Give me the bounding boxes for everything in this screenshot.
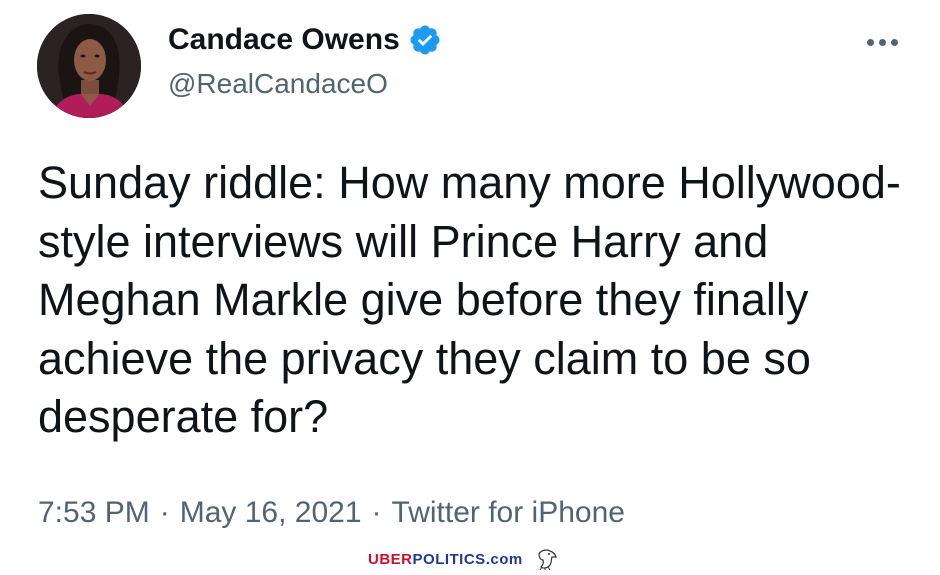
tweet-metadata: 7:53 PM · May 16, 2021 · Twitter for iPhone xyxy=(38,494,625,532)
watermark: UBERPOLITICS.com xyxy=(368,548,559,570)
watermark-politics: POLITICS xyxy=(412,550,486,568)
more-horizontal-icon-dot xyxy=(878,38,886,46)
separator: · xyxy=(371,496,382,529)
tweet-date[interactable]: May 16, 2021 xyxy=(180,496,362,529)
verified-badge-icon xyxy=(410,25,440,55)
profile-photo xyxy=(37,14,141,118)
watermark-com: .com xyxy=(485,550,523,568)
more-horizontal-icon xyxy=(866,38,874,46)
avatar[interactable] xyxy=(37,14,141,118)
eagle-icon xyxy=(538,549,557,570)
separator: · xyxy=(159,496,170,529)
author-name-row: Candace Owens xyxy=(168,22,442,58)
author-display-name[interactable]: Candace Owens xyxy=(168,22,400,58)
tweet-time[interactable]: 7:53 PM xyxy=(38,496,150,529)
watermark-text: UBERPOLITICS.com xyxy=(368,551,523,568)
watermark-uber: UBER xyxy=(368,550,413,568)
tweet-source[interactable]: Twitter for iPhone xyxy=(392,496,625,529)
more-options-button[interactable] xyxy=(858,28,906,56)
tweet-text: Sunday riddle: How many more Hollywood-s… xyxy=(38,157,901,442)
author-handle[interactable]: @RealCandaceO xyxy=(168,66,388,102)
more-horizontal-icon-dot xyxy=(890,38,898,46)
